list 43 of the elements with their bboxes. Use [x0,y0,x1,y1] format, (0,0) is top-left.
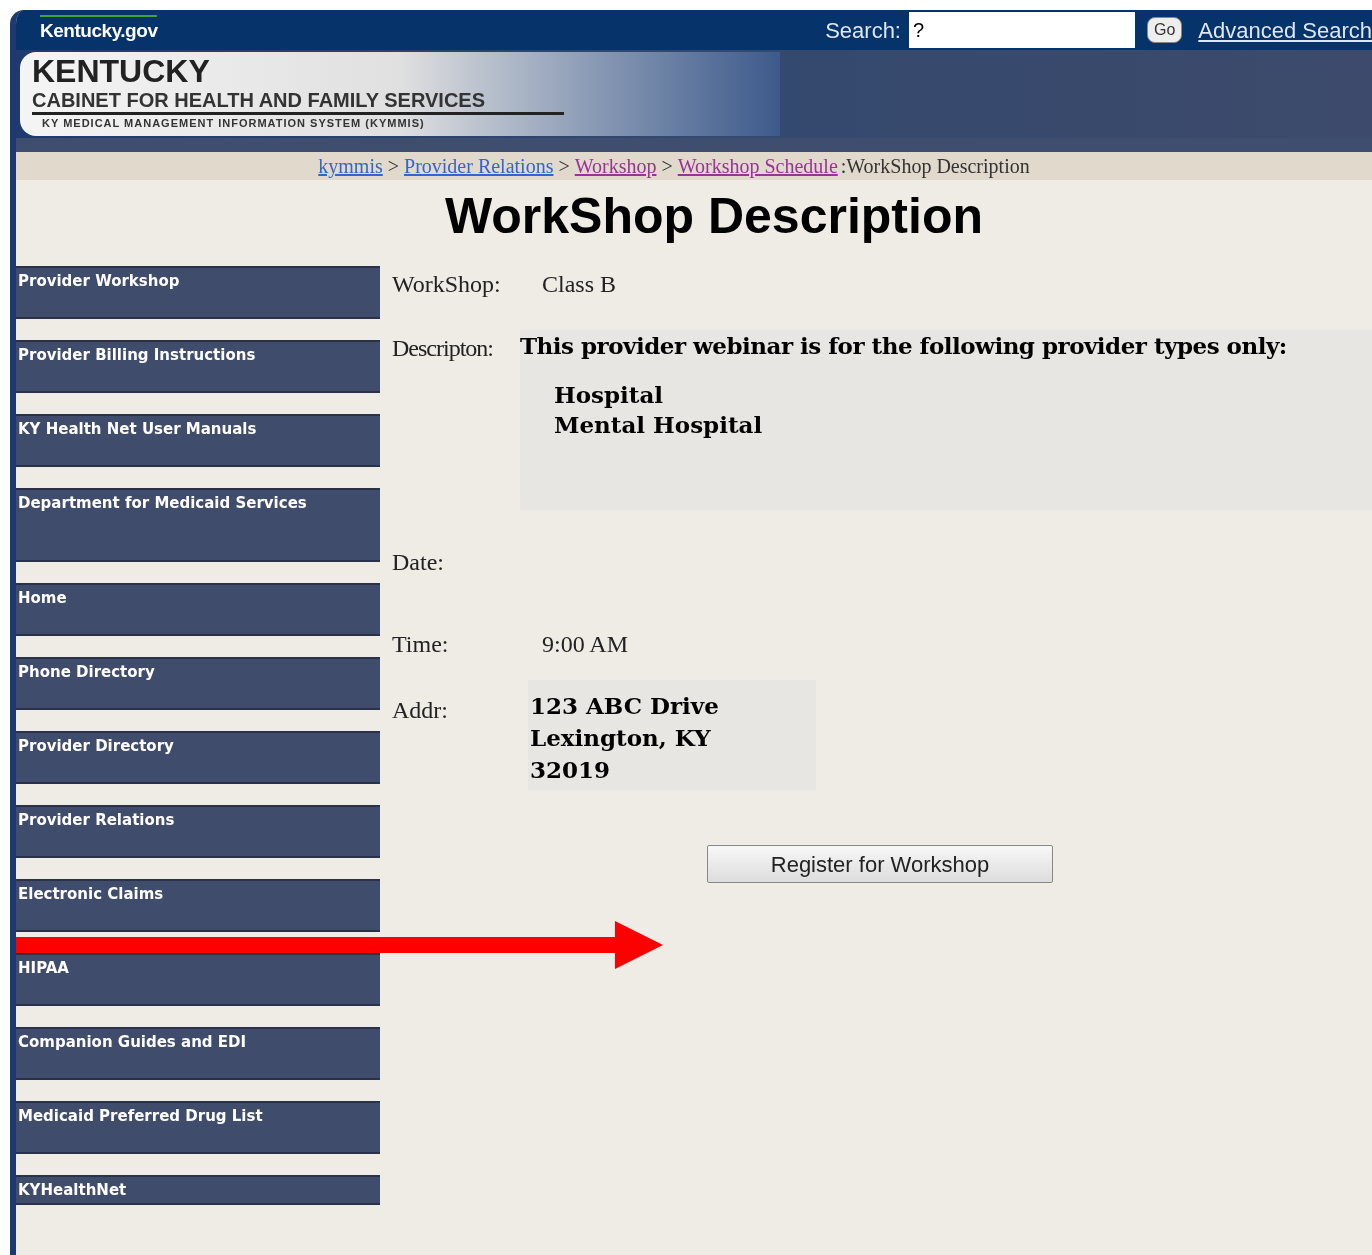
sidebar-link[interactable]: Provider Workshop [16,266,380,319]
sidebar-link[interactable]: Provider Directory [16,731,380,784]
sidebar-link[interactable]: Provider Relations [16,805,380,858]
sidebar-link[interactable]: Companion Guides and EDI [16,1027,380,1080]
address-line: 123 ABC Drive [530,691,719,721]
sidebar-link[interactable]: Home [16,583,380,636]
field-label: Descripton: [392,334,494,363]
field-value: 9:00 AM [542,630,628,659]
breadcrumb-link[interactable]: kymmis [318,151,383,181]
field-label: Date: [392,548,445,577]
address-line: 32019 [530,755,611,785]
sidebar-link[interactable]: Department for Medicaid Services [16,488,380,562]
sidebar-link[interactable]: Medicaid Preferred Drug List [16,1101,380,1154]
provider-type: Mental Hospital [554,410,763,440]
breadcrumb-link[interactable]: Workshop Schedule [677,151,838,181]
sidebar-link[interactable]: HIPAA [16,953,380,1006]
sidebar-link[interactable]: Electronic Claims [16,879,380,932]
sidebar-link[interactable]: Phone Directory [16,657,380,710]
field-value: Class B [542,270,616,299]
breadcrumb-separator: > [558,154,570,179]
breadcrumb-current: :WorkShop Description [840,154,1030,180]
sidebar-link[interactable]: KYHealthNet [16,1175,380,1205]
page-title: WorkShop Description [444,187,984,246]
site-logo[interactable]: Kentucky.gov [40,14,158,46]
field-label: WorkShop: [392,270,502,299]
register-button[interactable]: Register for Workshop [707,845,1053,883]
banner-system-name: KY MEDICAL MANAGEMENT INFORMATION SYSTEM (KYMMIS) [42,116,426,131]
breadcrumb-separator: > [661,154,673,179]
search-field[interactable]: ? [909,12,1135,48]
provider-type: Hospital [554,380,664,410]
description-text: This provider webinar is for the following provider types only: [520,331,1288,361]
address-line: Lexington, KY [530,723,711,753]
go-button[interactable]: Go [1147,17,1183,43]
sidebar-link[interactable]: Provider Billing Instructions [16,340,380,393]
banner-subtitle: CABINET FOR HEALTH AND FAMILY SERVICES [32,88,564,115]
sidebar-link[interactable]: KY Health Net User Manuals [16,414,380,467]
breadcrumb-link[interactable]: Workshop [574,151,657,181]
banner-title: KENTUCKY [32,54,211,88]
advanced-search-link[interactable]: Advanced Search [1198,13,1372,47]
search-label: Search: [825,16,901,45]
breadcrumb-separator: > [387,154,399,179]
field-label: Time: [392,630,450,659]
breadcrumb-link[interactable]: Provider Relations [404,151,554,181]
